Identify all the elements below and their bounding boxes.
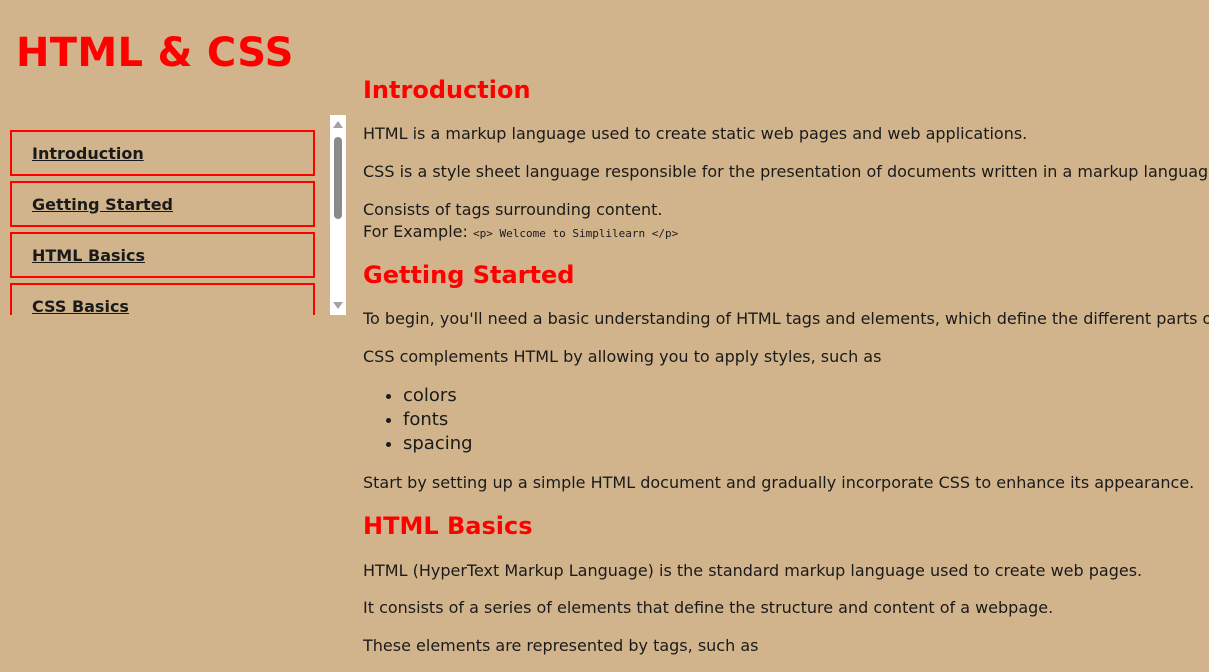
nav-list: Introduction Getting Started HTML Basics… <box>10 130 315 315</box>
page: HTML & CSS Introduction Getting Started … <box>0 0 1209 672</box>
nav-scrollbar[interactable] <box>330 115 346 315</box>
html-basics-paragraph-1: HTML (HyperText Markup Language) is the … <box>363 561 1143 580</box>
nav-item-css-basics[interactable]: CSS Basics <box>10 283 315 315</box>
nav-link-html-basics[interactable]: HTML Basics <box>32 246 145 265</box>
intro-paragraph-2: CSS is a style sheet language responsibl… <box>363 162 1209 181</box>
intro-tags-text: Consists of tags surrounding content. <box>363 200 663 219</box>
scroll-down-arrow-icon[interactable] <box>333 302 343 309</box>
section-title-getting-started: Getting Started <box>363 261 575 289</box>
main-content: Introduction HTML is a markup language u… <box>363 0 1209 672</box>
html-basics-paragraph-2: It consists of a series of elements that… <box>363 598 1054 617</box>
nav-item-introduction[interactable]: Introduction <box>10 130 315 176</box>
section-title-html-basics: HTML Basics <box>363 512 533 540</box>
list-item: spacing <box>403 432 473 456</box>
styles-bullet-list: colors fonts spacing <box>363 384 473 456</box>
sidebar-nav: Introduction Getting Started HTML Basics… <box>0 115 346 315</box>
intro-paragraph-1: HTML is a markup language used to create… <box>363 124 1028 143</box>
site-title: HTML & CSS <box>16 30 294 76</box>
scrollbar-thumb[interactable] <box>334 137 342 219</box>
nav-item-html-basics[interactable]: HTML Basics <box>10 232 315 278</box>
intro-example-code: <p> Welcome to Simplilearn </p> <box>472 227 679 240</box>
section-title-introduction: Introduction <box>363 76 531 104</box>
nav-link-getting-started[interactable]: Getting Started <box>32 195 173 214</box>
nav-link-css-basics[interactable]: CSS Basics <box>32 297 129 316</box>
scroll-up-arrow-icon[interactable] <box>333 121 343 128</box>
nav-link-introduction[interactable]: Introduction <box>32 144 144 163</box>
intro-example-label: For Example: <box>363 222 473 241</box>
getting-started-paragraph-1: To begin, you'll need a basic understand… <box>363 309 1209 328</box>
getting-started-paragraph-3: Start by setting up a simple HTML docume… <box>363 473 1195 492</box>
list-item: colors <box>403 384 473 408</box>
getting-started-paragraph-2: CSS complements HTML by allowing you to … <box>363 347 882 366</box>
intro-paragraph-3: Consists of tags surrounding content. Fo… <box>363 199 678 245</box>
list-item: fonts <box>403 408 473 432</box>
html-basics-paragraph-3: These elements are represented by tags, … <box>363 636 759 655</box>
nav-item-getting-started[interactable]: Getting Started <box>10 181 315 227</box>
